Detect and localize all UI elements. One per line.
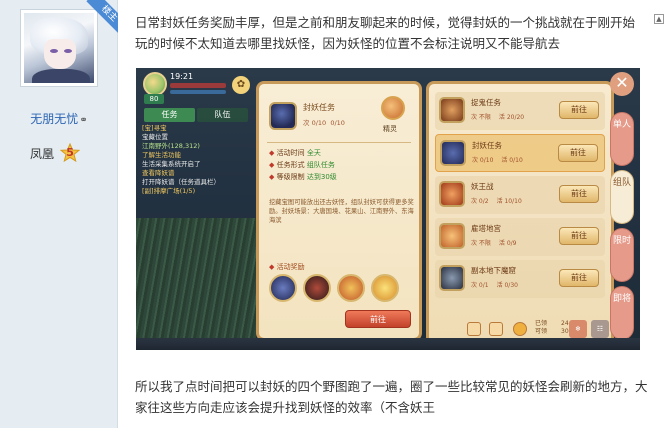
ice-button[interactable]: ❄ <box>569 320 587 338</box>
npc-portrait[interactable] <box>381 96 405 120</box>
quest-detail-panel: 封妖任务 次 0/10 0/10 精灵 ◆ 活动时间 全天 ◆ 任务形式 组队任… <box>256 81 422 341</box>
tower-icon <box>439 223 465 249</box>
game-screenshot: 80 19:21 ✿ 任务 队伍 [宝]寻宝 宝藏位置 江南野外(128,312… <box>136 68 640 350</box>
post-text-top: 日常封妖任务奖励丰厚，但是之前和朋友聊起来的时候，觉得封妖的一个挑战就在于刚开始… <box>135 15 636 51</box>
list-item-name: 封妖任务 <box>472 141 502 150</box>
list-item-stats: 次 0/1 活 0/30 <box>471 282 518 289</box>
sword-icon <box>439 265 465 291</box>
list-item-name: 副本地下魔窟 <box>471 266 516 275</box>
list-item-name: 捉鬼任务 <box>471 98 501 107</box>
detail-quest-name: 封妖任务 <box>303 103 335 112</box>
list-item[interactable]: 副本地下魔窟 次 0/1 活 0/30 前往 <box>435 260 605 298</box>
seal-demon-icon <box>269 102 297 130</box>
list-item[interactable]: 妖王战 次 0/2 活 10/10 前往 <box>435 176 605 214</box>
demon-king-icon <box>439 181 465 207</box>
list-item-name: 雇塔地宫 <box>471 224 501 233</box>
user-title: 凤凰 <box>30 146 55 161</box>
divider <box>267 142 411 143</box>
tab-upcoming[interactable]: 即将 <box>610 286 634 340</box>
go-button[interactable]: 前往 <box>345 310 411 328</box>
pet-icon: ✿ <box>232 76 250 94</box>
bottom-bar <box>136 338 640 350</box>
list-go-button[interactable]: 前往 <box>558 144 598 162</box>
clock-icon[interactable] <box>489 322 503 336</box>
detail-description: 挖藏宝图可能放出还古妖怪，组队封妖可获得更多奖励。封妖场景：大唐国境、花果山、江… <box>269 199 414 224</box>
list-item-name: 妖王战 <box>471 182 494 191</box>
info-form: ◆ 任务形式 组队任务 <box>269 161 335 169</box>
list-item-stats: 次 0/2 活 10/10 <box>471 198 522 205</box>
hp-bar <box>170 83 226 88</box>
level-badge: 5 <box>59 142 81 163</box>
player-portrait <box>143 72 167 96</box>
tab-solo[interactable]: 单人 <box>610 112 634 166</box>
link-icon: ⚭ <box>79 115 88 126</box>
list-go-button[interactable]: 前往 <box>559 269 599 287</box>
close-icon[interactable]: ✕ <box>610 72 634 96</box>
reward-gold-icon[interactable] <box>371 274 399 302</box>
quest-line[interactable]: 查看降妖谱 <box>142 169 250 178</box>
reward-monster-icon[interactable] <box>303 274 331 302</box>
reward-pouch-icon[interactable] <box>337 274 365 302</box>
quest-line: 生活采集系统开启了 <box>142 160 201 168</box>
mp-bar <box>170 90 226 94</box>
player-hud: 80 19:21 ✿ <box>140 70 260 104</box>
list-item[interactable]: 雇塔地宫 次 不限活 0/9 前往 <box>435 218 605 256</box>
op-badge: 楼主 <box>82 0 118 36</box>
level-number: 5 <box>66 146 74 159</box>
quest-line[interactable]: 了解生活功能 <box>142 151 250 160</box>
quest-line: 宝藏位置 <box>142 133 168 141</box>
hud-time: 19:21 <box>170 72 194 81</box>
info-time: ◆ 活动时间 全天 <box>269 149 321 157</box>
list-item-stats: 次 不限活 0/9 <box>471 240 517 247</box>
post-text-bottom: 所以我了点时间把可以封妖的四个野图跑了一遍，圈了一些比较常见的妖怪会刷新的地方，… <box>135 379 648 415</box>
detail-quest-count: 次 0/10 0/10 <box>303 119 345 127</box>
activity-footer: 已领 可领 24 300 ❄ ☷ <box>437 320 609 340</box>
side-tabs: 任务 队伍 <box>144 108 248 122</box>
info-level: ◆ 等级限制 达到30级 <box>269 173 337 181</box>
ghost-hunt-icon <box>439 97 465 123</box>
username[interactable]: 无朋无忧⚭ <box>0 110 118 127</box>
seal-demon-icon <box>440 140 466 166</box>
username-text[interactable]: 无朋无忧 <box>30 112 78 126</box>
grass-background <box>136 218 256 350</box>
reward-list <box>269 274 399 302</box>
list-go-button[interactable]: 前往 <box>559 185 599 203</box>
calendar-icon[interactable] <box>467 322 481 336</box>
reward-demon-icon[interactable] <box>269 274 297 302</box>
list-item[interactable]: 捉鬼任务 次 不限活 20/20 前往 <box>435 92 605 130</box>
user-info-column: 楼主 无朋无忧⚭ 凤凰 5 <box>0 0 118 428</box>
quest-line[interactable]: 江南野外(128,312) <box>142 142 250 151</box>
quest-line: 打开降妖谱（任务道具栏） <box>142 178 220 186</box>
list-item-stats: 次 不限活 20/20 <box>471 114 525 121</box>
tab-team[interactable]: 组队 <box>610 170 634 224</box>
npc-label: 精灵 <box>383 125 397 133</box>
list-go-button[interactable]: 前往 <box>559 227 599 245</box>
coin-icon <box>513 322 527 336</box>
scroll-top-icon[interactable]: ▲ <box>654 14 664 24</box>
activity-list-panel: 捉鬼任务 次 不限活 20/20 前往 封妖任务 次 0/10 活 0/10 前往… <box>426 81 614 345</box>
list-item[interactable]: 封妖任务 次 0/10 活 0/10 前往 <box>435 134 605 172</box>
player-level: 80 <box>144 94 164 104</box>
activity-got: 已领 可领 <box>535 320 548 335</box>
quest-tracker: [宝]寻宝 宝藏位置 江南野外(128,312) 了解生活功能 生活采集系统开启… <box>142 124 250 196</box>
reward-title: ◆ 活动奖励 <box>269 263 305 271</box>
quest-line[interactable]: [副]排摩广场(1/5) <box>142 187 250 196</box>
list-item-stats: 次 0/10 活 0/10 <box>472 157 523 164</box>
quest-line[interactable]: [宝]寻宝 <box>142 124 250 133</box>
list-go-button[interactable]: 前往 <box>559 101 599 119</box>
op-badge-label: 楼主 <box>86 0 118 36</box>
tab-limited[interactable]: 限时 <box>610 228 634 282</box>
tab-team[interactable]: 队伍 <box>197 108 248 122</box>
tab-quest[interactable]: 任务 <box>144 108 195 122</box>
settings-button[interactable]: ☷ <box>591 320 609 338</box>
user-title-row: 凤凰 5 <box>30 142 81 163</box>
